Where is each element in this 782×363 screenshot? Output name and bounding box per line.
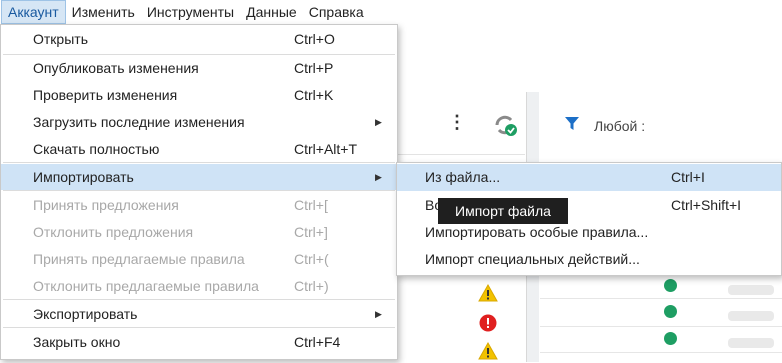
filter-icon[interactable] bbox=[565, 117, 579, 134]
menu-data[interactable]: Данные bbox=[240, 0, 303, 24]
blurred-cell bbox=[728, 285, 774, 295]
menu-help[interactable]: Справка bbox=[303, 0, 370, 24]
menu-separator bbox=[3, 190, 395, 191]
menu-item-export[interactable]: Экспортировать ▶ bbox=[1, 301, 397, 327]
menu-edit[interactable]: Изменить bbox=[66, 0, 141, 24]
account-dropdown-menu: Открыть Ctrl+O Опубликовать изменения Ct… bbox=[0, 24, 398, 360]
menu-separator bbox=[3, 327, 395, 328]
row-divider bbox=[540, 326, 782, 327]
menu-item-full-download[interactable]: Скачать полностью Ctrl+Alt+T bbox=[1, 136, 397, 162]
more-options-icon[interactable]: ⋮ bbox=[448, 112, 466, 132]
warning-icon bbox=[478, 341, 498, 363]
menu-item-publish-changes[interactable]: Опубликовать изменения Ctrl+P bbox=[1, 55, 397, 81]
menu-item-load-latest-changes[interactable]: Загрузить последние изменения ▶ bbox=[1, 109, 397, 135]
menu-tools[interactable]: Инструменты bbox=[141, 0, 240, 24]
tooltip: Импорт файла bbox=[438, 198, 568, 224]
status-ok-icon bbox=[664, 279, 677, 292]
row-divider bbox=[540, 352, 782, 353]
status-ok-icon bbox=[664, 305, 677, 318]
row-divider bbox=[540, 298, 782, 299]
warning-icon bbox=[478, 283, 498, 305]
submenu-arrow-icon: ▶ bbox=[375, 172, 382, 182]
menu-item-import[interactable]: Импортировать ▶ bbox=[1, 164, 397, 190]
submenu-item-import-special-actions[interactable]: Импорт специальных действий... bbox=[397, 246, 781, 273]
blurred-cell bbox=[728, 338, 774, 348]
status-ok-icon bbox=[664, 332, 677, 345]
menu-item-open[interactable]: Открыть Ctrl+O bbox=[1, 26, 397, 52]
menu-item-reject-proposed-rules[interactable]: Отклонить предлагаемые правила Ctrl+) bbox=[1, 273, 397, 299]
menu-item-accept-proposals[interactable]: Принять предложения Ctrl+[ bbox=[1, 192, 397, 218]
menu-item-close-window[interactable]: Закрыть окно Ctrl+F4 bbox=[1, 329, 397, 355]
submenu-arrow-icon: ▶ bbox=[375, 117, 382, 127]
menu-item-accept-proposed-rules[interactable]: Принять предлагаемые правила Ctrl+( bbox=[1, 246, 397, 272]
error-icon bbox=[479, 314, 497, 335]
submenu-item-from-file[interactable]: Из файла... Ctrl+I bbox=[397, 164, 781, 191]
menu-item-reject-proposals[interactable]: Отклонить предложения Ctrl+] bbox=[1, 219, 397, 245]
menu-separator bbox=[3, 162, 395, 163]
filter-label[interactable]: Любой : bbox=[594, 118, 645, 134]
menu-account[interactable]: Аккаунт bbox=[1, 0, 66, 24]
menubar: Аккаунт Изменить Инструменты Данные Спра… bbox=[0, 0, 782, 24]
menu-separator bbox=[3, 299, 395, 300]
submenu-arrow-icon: ▶ bbox=[375, 309, 382, 319]
sync-status-icon[interactable] bbox=[492, 112, 518, 138]
menu-item-check-changes[interactable]: Проверить изменения Ctrl+K bbox=[1, 82, 397, 108]
blurred-cell bbox=[728, 311, 774, 321]
